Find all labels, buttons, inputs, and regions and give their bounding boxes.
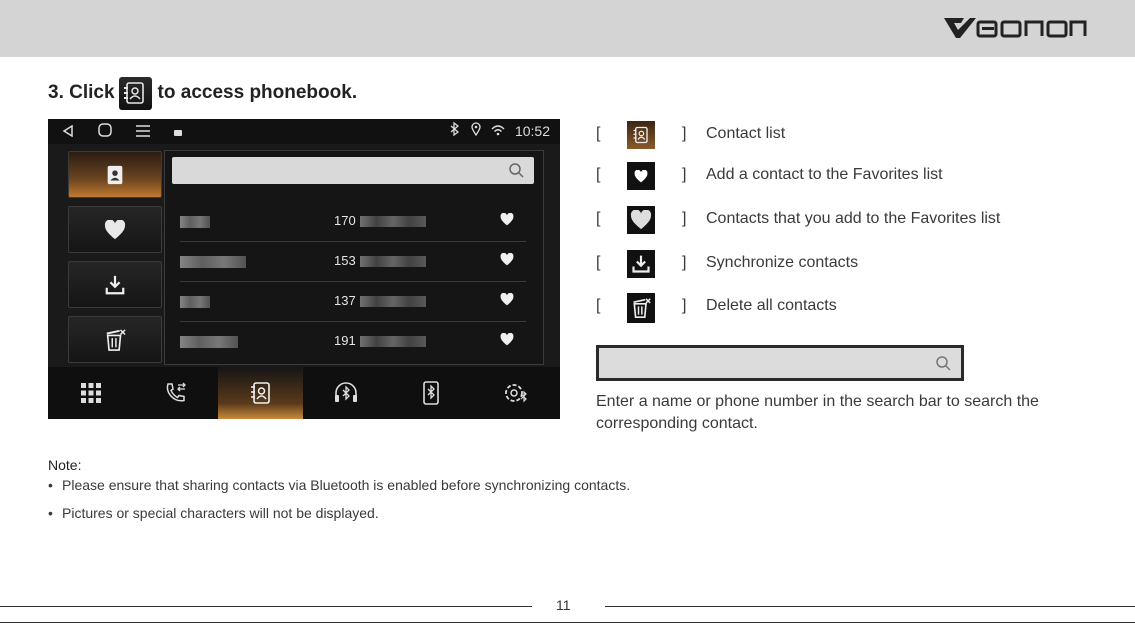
contacts-icon [250,382,270,404]
contact-name-blurred [180,256,246,268]
legend-text: Synchronize contacts [706,254,859,271]
contacts-tab[interactable] [218,367,303,419]
favorites-button[interactable] [68,206,162,253]
contact-number: 137 [334,293,356,308]
heart-icon[interactable] [500,253,514,266]
number-blurred [360,216,426,227]
contact-name-blurred [180,336,238,348]
search-icon [509,163,524,178]
bluetooth-status-icon [449,121,461,139]
bullet: • [48,505,53,521]
note-text: Pictures or special characters will not … [62,505,379,521]
step-instruction: 3. Click to access phonebook. [48,75,357,111]
bullet: • [48,477,53,493]
note-item: • Pictures or special characters will not… [48,505,379,521]
bluetooth-music-button[interactable] [303,367,388,419]
step-text-after: to access phonebook. [157,82,358,103]
search-description: Enter a name or phone number in the sear… [596,393,1039,432]
footer-rule-bottom [0,622,1135,623]
heart-add-icon [627,162,655,190]
number-blurred [360,336,426,347]
search-bar-example [596,345,964,381]
wifi-icon [491,123,505,139]
menu-icon[interactable] [136,124,150,140]
call-log-button[interactable] [133,367,218,419]
bracket-close: ] [682,166,687,183]
contacts-app-icon [118,76,152,110]
brand-logo [944,18,1087,38]
heart-icon[interactable] [500,213,514,226]
bracket-open: [ [596,125,601,142]
phonebook-screen: 10:52 170 153 137 191 [48,119,560,419]
number-blurred [360,256,426,267]
legend-text: Delete all contacts [706,297,837,314]
location-icon [471,122,481,139]
page-number: 11 [556,597,571,613]
contact-name-blurred [180,216,210,228]
legend-text: Contacts that you add to the Favorites l… [706,210,1001,227]
footer-rule-right [605,606,1135,607]
phone-search-bar[interactable] [172,157,534,184]
notification-icon [174,124,182,140]
step-text-before: 3. Click [48,82,115,103]
bracket-close: ] [682,210,687,227]
contact-row[interactable]: 153 [180,243,526,282]
contact-number: 153 [334,253,356,268]
contact-number: 191 [334,333,356,348]
trash-icon [106,328,126,351]
note-text: Please ensure that sharing contacts via … [62,477,631,493]
contact-list-icon [627,121,655,149]
home-icon[interactable] [98,123,112,140]
note-item: • Please ensure that sharing contacts via… [48,477,630,493]
trash-icon [627,293,655,323]
bluetooth-phone-icon [422,381,439,405]
call-log-icon [166,382,186,402]
bluetooth-settings-icon [504,384,527,403]
download-icon [105,275,125,294]
bottom-dock [48,367,560,419]
back-icon[interactable] [62,124,74,140]
bracket-open: [ [596,210,601,227]
heart-favorites-icon [627,206,655,234]
apps-grid-icon [80,383,101,403]
header-bar [0,0,1135,57]
bracket-open: [ [596,254,601,271]
contact-row[interactable]: 170 [180,203,526,242]
footer-rule-left [0,606,532,607]
bluetooth-headset-icon [334,382,357,402]
heart-icon[interactable] [500,293,514,306]
contact-number: 170 [334,213,356,228]
contacts-icon [107,165,123,184]
bracket-open: [ [596,297,601,314]
bluetooth-settings-button[interactable] [473,367,558,419]
contact-row[interactable]: 137 [180,283,526,322]
number-blurred [360,296,426,307]
bracket-open: [ [596,166,601,183]
legend-text: Add a contact to the Favorites list [706,166,943,183]
bracket-close: ] [682,254,687,271]
contact-name-blurred [180,296,210,308]
sync-contacts-button[interactable] [68,261,162,308]
delete-contacts-button[interactable] [68,316,162,363]
bluetooth-phone-button[interactable] [388,367,473,419]
heart-icon [104,219,126,239]
contact-row[interactable]: 191 [180,323,526,361]
apps-button[interactable] [48,367,133,419]
bracket-close: ] [682,125,687,142]
contact-list-button[interactable] [68,151,162,198]
heart-icon[interactable] [500,333,514,346]
search-icon [936,356,951,371]
legend-text: Contact list [706,125,786,142]
bracket-close: ] [682,297,687,314]
clock: 10:52 [514,122,550,139]
note-heading: Note: [48,457,82,473]
status-bar: 10:52 [48,119,560,144]
download-icon [627,250,655,278]
